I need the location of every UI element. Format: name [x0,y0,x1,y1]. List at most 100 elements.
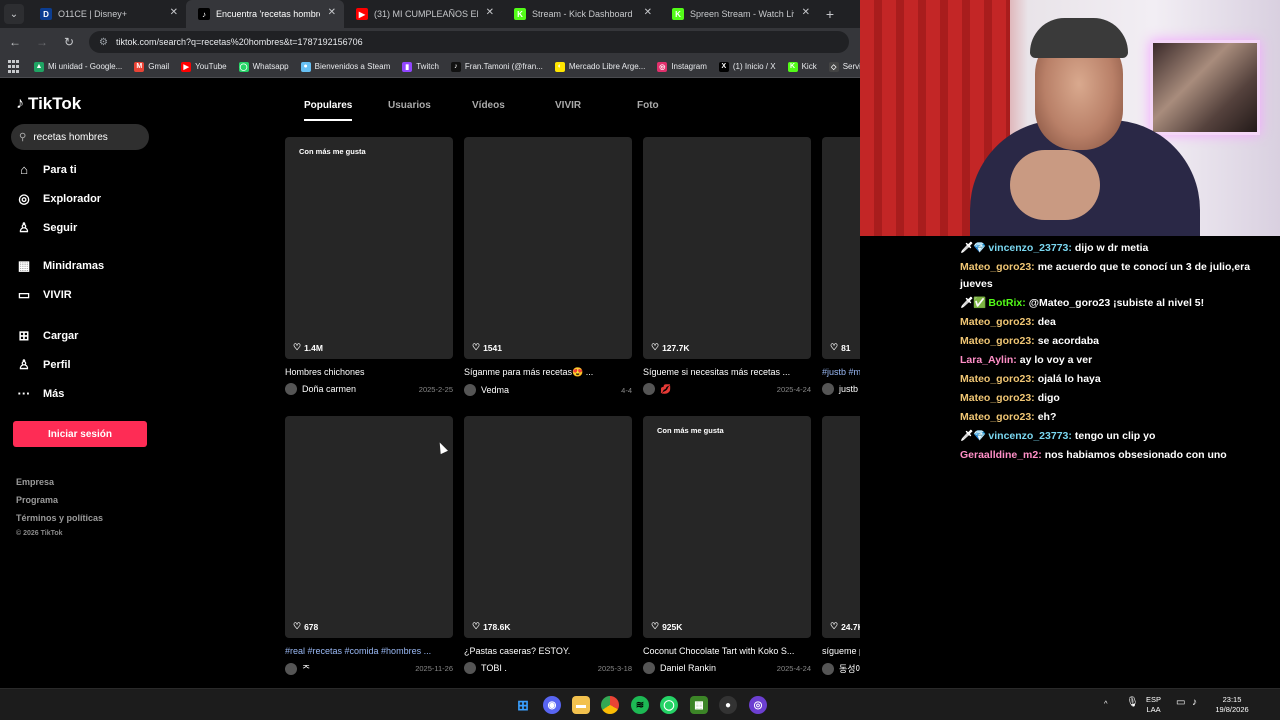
video-card[interactable]: ♡81 #justb #muscleboy #recetas ... justb e… [822,137,860,395]
sidebar-item[interactable]: ♙ Perfil [16,357,70,373]
avatar[interactable] [822,383,834,395]
sidebar-item[interactable]: ··· Más [16,386,65,401]
author-name[interactable]: TOBI . [481,663,507,673]
bookmark-item[interactable]: ◎ Instagram [657,61,707,72]
bookmark-item[interactable]: ▲ Mi unidad - Google... [34,61,122,72]
video-card[interactable]: ♡ 127.7K Sígueme si necesitas más recetas … [643,137,811,395]
video-thumbnail[interactable]: ♡24.7K [822,416,860,638]
avatar[interactable] [285,662,297,675]
bookmark-item[interactable]: K Kick [787,61,817,72]
microphone-icon[interactable]: 🎙 [1126,698,1139,708]
address-bar[interactable]: ⚙ tiktok.com/search?q=recetas%20hombres&… [89,31,849,53]
video-caption[interactable]: sígueme para más resetas [822,646,860,656]
clock[interactable]: 23:15 19/8/2026 [1212,695,1252,715]
tray-chevron-icon[interactable]: ^ [1104,699,1108,709]
result-tab[interactable]: Foto [637,100,659,119]
sidebar-item[interactable]: ⊞ Cargar [16,328,79,344]
browser-tab[interactable]: K Spreen Stream - Watch Live on ✕ [660,0,818,28]
bookmark-item[interactable]: ▶ YouTube [181,61,227,72]
discord-icon[interactable]: ◉ [543,696,561,714]
footer-link-terms[interactable]: Términos y políticas [16,513,103,523]
video-card[interactable]: ♡ 1541 Síganme para más recetas😍 ... Vedma 4… [464,137,632,396]
tiktok-logo[interactable]: ♪ TikTok [16,94,81,114]
author-name[interactable]: 동성애자 [839,662,860,675]
video-card[interactable]: ♡ 178.6K ¿Pastas caseras? ESTOY. TOBI . 2025… [464,416,632,674]
obs-icon[interactable]: ● [719,696,737,714]
language-indicator[interactable]: ESP LAA [1146,695,1161,715]
avatar[interactable] [464,662,476,674]
new-tab-button[interactable]: + [818,6,842,22]
video-card[interactable]: ♡24.7K sígueme para más resetas 동성애자2024-3… [822,416,860,675]
bookmark-item[interactable]: ◯ Whatsapp [238,61,289,72]
video-card[interactable]: Con más me gusta ♡ 1.4M Hombres chichones Do… [285,137,453,395]
video-card[interactable]: Con más me gusta ♡ 925K Coconut Chocolate T… [643,416,811,674]
video-thumbnail[interactable]: ♡ 678 [285,416,453,638]
video-caption[interactable]: #real #recetas #comida #hombres ... [285,646,453,656]
app-icon[interactable]: ◎ [749,696,767,714]
author-name[interactable]: ᄌ [302,662,310,675]
back-arrow-icon[interactable]: ← [3,30,27,54]
tab-close-icon[interactable]: ✕ [486,7,494,18]
video-caption[interactable]: #justb #muscleboy #recetas ... [822,367,860,377]
sidebar-item[interactable]: ♙ Seguir [16,220,77,236]
bookmark-item[interactable]: ◐ Mercado Libre Arge... [554,61,645,72]
avatar[interactable] [822,662,834,675]
result-tab[interactable]: Usuarios [388,100,431,119]
spotify-icon[interactable]: ≋ [631,696,649,714]
network-icon[interactable]: ▭ [1176,698,1185,708]
bookmark-item[interactable]: ▮ Twitch [402,61,439,72]
author-name[interactable]: justb edits✨ [839,384,860,395]
avatar[interactable] [464,384,476,396]
file-explorer-icon[interactable]: ▬ [572,696,590,714]
result-tab[interactable]: Vídeos [472,100,505,119]
browser-tab[interactable]: K Stream - Kick Dashboard ✕ [502,0,660,28]
video-thumbnail[interactable]: ♡ 127.7K [643,137,811,359]
video-card[interactable]: ♡ 678 #real #recetas #comida #hombres ... ᄌ… [285,416,453,675]
video-thumbnail[interactable]: Con más me gusta ♡ 1.4M [285,137,453,359]
result-tab[interactable]: VIVIR [555,100,581,119]
video-caption[interactable]: Síganme para más recetas😍 ... [464,367,632,378]
sidebar-item[interactable]: ⌂ Para ti [16,162,77,177]
site-info-icon[interactable]: ⚙ [99,37,108,48]
chrome-icon[interactable] [601,696,619,714]
tab-close-icon[interactable]: ✕ [644,7,652,18]
browser-tab[interactable]: D O11CE | Disney+ ✕ [28,0,186,28]
volume-icon[interactable]: ♪ [1192,698,1197,708]
forward-arrow-icon[interactable]: → [30,30,54,54]
apps-grid-icon[interactable] [8,59,22,74]
avatar[interactable] [285,383,297,395]
tab-close-icon[interactable]: ✕ [170,7,178,18]
bookmark-item[interactable]: M Gmail [134,61,169,72]
bookmark-item[interactable]: ● Bienvenidos a Steam [300,61,390,72]
author-name[interactable]: Daniel Rankin [660,663,716,673]
avatar[interactable] [643,383,655,395]
login-button[interactable]: Iniciar sesión [13,421,147,447]
tab-close-icon[interactable]: ✕ [802,7,810,18]
minecraft-icon[interactable]: ▦ [690,696,708,714]
footer-link-programa[interactable]: Programa [16,495,58,505]
avatar[interactable] [643,662,655,674]
sidebar-item[interactable]: ▭ VIVIR [16,287,72,303]
video-thumbnail[interactable]: ♡ 81 [822,137,860,359]
bookmark-item[interactable]: X (1) Inicio / X [718,61,776,72]
video-thumbnail[interactable]: Con más me gusta ♡ 925K [643,416,811,638]
sidebar-item[interactable]: ◎ Explorador [16,191,101,207]
video-caption[interactable]: Coconut Chocolate Tart with Koko S... [643,646,811,656]
browser-tab[interactable]: ♪ Encuentra 'recetas hombres' en ✕ [186,0,344,28]
browser-tab[interactable]: ▶ (31) MI CUMPLEAÑOS EN STRE ✕ [344,0,502,28]
search-input[interactable]: ⚲ recetas hombres [11,124,149,150]
reload-icon[interactable]: ↻ [57,30,81,54]
author-name[interactable]: Vedma [481,385,509,395]
tab-search-icon[interactable]: ⌄ [4,4,24,24]
video-caption[interactable]: Sígueme si necesitas más recetas ... [643,367,811,377]
author-name[interactable]: Doña carmen [302,384,356,394]
footer-link-empresa[interactable]: Empresa [16,477,54,487]
whatsapp-icon[interactable]: ◯ [660,696,678,714]
sidebar-item[interactable]: ▦ Minidramas [16,258,104,274]
result-tab[interactable]: Populares [304,100,353,121]
tab-close-icon[interactable]: ✕ [328,7,336,18]
video-caption[interactable]: ¿Pastas caseras? ESTOY. [464,646,632,656]
video-thumbnail[interactable]: ♡ 178.6K [464,416,632,638]
author-name[interactable]: 💋 [660,384,671,395]
video-caption[interactable]: Hombres chichones [285,367,453,377]
